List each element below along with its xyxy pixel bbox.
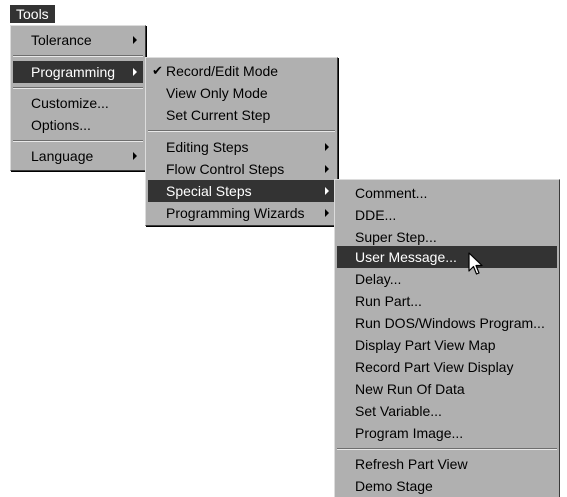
tools-menu: Tolerance Programming Customize... Optio… bbox=[10, 25, 146, 171]
submenu-arrow-icon bbox=[133, 152, 137, 160]
menu-item-label: Customize... bbox=[31, 95, 109, 111]
menu-item-editing-steps[interactable]: Editing Steps bbox=[148, 136, 335, 158]
menu-item-set-variable[interactable]: Set Variable... bbox=[337, 400, 557, 422]
menu-item-run-dos-windows-program[interactable]: Run DOS/Windows Program... bbox=[337, 312, 557, 334]
programming-menu: ✔ Record/Edit Mode View Only Mode Set Cu… bbox=[145, 57, 338, 226]
menu-item-label: Super Step... bbox=[355, 229, 437, 245]
menu-item-user-message[interactable]: User Message... bbox=[337, 246, 557, 268]
menu-item-label: Display Part View Map bbox=[355, 337, 496, 353]
menu-item-label: User Message... bbox=[355, 249, 457, 265]
menu-item-label: Options... bbox=[31, 117, 91, 133]
menu-item-flow-control-steps[interactable]: Flow Control Steps bbox=[148, 158, 335, 180]
menu-item-delay[interactable]: Delay... bbox=[337, 268, 557, 290]
menu-item-record-edit-mode[interactable]: ✔ Record/Edit Mode bbox=[148, 60, 335, 82]
menu-item-special-steps[interactable]: Special Steps bbox=[148, 180, 335, 202]
menu-item-label: Run DOS/Windows Program... bbox=[355, 315, 545, 331]
menu-item-label: Special Steps bbox=[166, 183, 252, 199]
menu-item-label: Programming bbox=[31, 64, 116, 80]
mouse-pointer-icon bbox=[468, 252, 483, 275]
menu-item-label: Language bbox=[31, 148, 94, 164]
menu-separator bbox=[148, 130, 335, 132]
menu-item-label: Record Part View Display bbox=[355, 359, 514, 375]
menu-item-language[interactable]: Language bbox=[13, 145, 143, 167]
menu-item-label: View Only Mode bbox=[166, 85, 268, 101]
menu-item-label: Programming Wizards bbox=[166, 205, 305, 221]
menu-item-customize[interactable]: Customize... bbox=[13, 92, 143, 114]
menu-item-label: DDE... bbox=[355, 207, 397, 223]
menu-item-label: Tolerance bbox=[31, 32, 92, 48]
menu-item-set-current-step[interactable]: Set Current Step bbox=[148, 104, 335, 126]
menu-item-tolerance[interactable]: Tolerance bbox=[13, 29, 143, 51]
special-steps-menu: Comment... DDE... Super Step... User Mes… bbox=[334, 179, 560, 497]
menu-item-label: Set Variable... bbox=[355, 403, 442, 419]
menu-item-label: Comment... bbox=[355, 185, 428, 201]
menu-separator bbox=[13, 87, 143, 89]
menu-item-programming[interactable]: Programming bbox=[13, 61, 143, 83]
menubar-tools[interactable]: Tools bbox=[10, 5, 55, 23]
menu-item-super-step[interactable]: Super Step... bbox=[337, 226, 557, 248]
menu-item-label: Refresh Part View bbox=[355, 456, 468, 472]
menu-item-label: Editing Steps bbox=[166, 139, 249, 155]
menu-item-refresh-part-view[interactable]: Refresh Part View bbox=[337, 453, 557, 475]
menu-item-label: Record/Edit Mode bbox=[166, 63, 279, 79]
menu-item-view-only-mode[interactable]: View Only Mode bbox=[148, 82, 335, 104]
menu-item-demo-stage[interactable]: Demo Stage bbox=[337, 475, 557, 497]
menu-item-label: Flow Control Steps bbox=[166, 161, 285, 177]
menu-separator bbox=[13, 55, 143, 57]
menu-item-label: Demo Stage bbox=[355, 478, 433, 494]
submenu-arrow-icon bbox=[325, 187, 329, 195]
menu-item-label: New Run Of Data bbox=[355, 381, 465, 397]
menu-separator bbox=[337, 448, 557, 450]
menu-separator bbox=[13, 140, 143, 142]
menu-item-record-part-view-display[interactable]: Record Part View Display bbox=[337, 356, 557, 378]
menu-item-label: Run Part... bbox=[355, 293, 422, 309]
menu-item-run-part[interactable]: Run Part... bbox=[337, 290, 557, 312]
menu-item-dde[interactable]: DDE... bbox=[337, 204, 557, 226]
menu-item-programming-wizards[interactable]: Programming Wizards bbox=[148, 202, 335, 224]
submenu-arrow-icon bbox=[133, 36, 137, 44]
menu-item-label: Delay... bbox=[355, 271, 402, 287]
menu-item-new-run-of-data[interactable]: New Run Of Data bbox=[337, 378, 557, 400]
menu-item-label: Program Image... bbox=[355, 425, 464, 441]
submenu-arrow-icon bbox=[325, 209, 329, 217]
menu-item-options[interactable]: Options... bbox=[13, 114, 143, 136]
menu-item-comment[interactable]: Comment... bbox=[337, 182, 557, 204]
submenu-arrow-icon bbox=[325, 165, 329, 173]
menu-item-program-image[interactable]: Program Image... bbox=[337, 422, 557, 444]
submenu-arrow-icon bbox=[133, 68, 137, 76]
submenu-arrow-icon bbox=[325, 143, 329, 151]
menu-item-label: Set Current Step bbox=[166, 107, 271, 123]
check-icon: ✔ bbox=[152, 63, 163, 78]
menu-item-display-part-view-map[interactable]: Display Part View Map bbox=[337, 334, 557, 356]
